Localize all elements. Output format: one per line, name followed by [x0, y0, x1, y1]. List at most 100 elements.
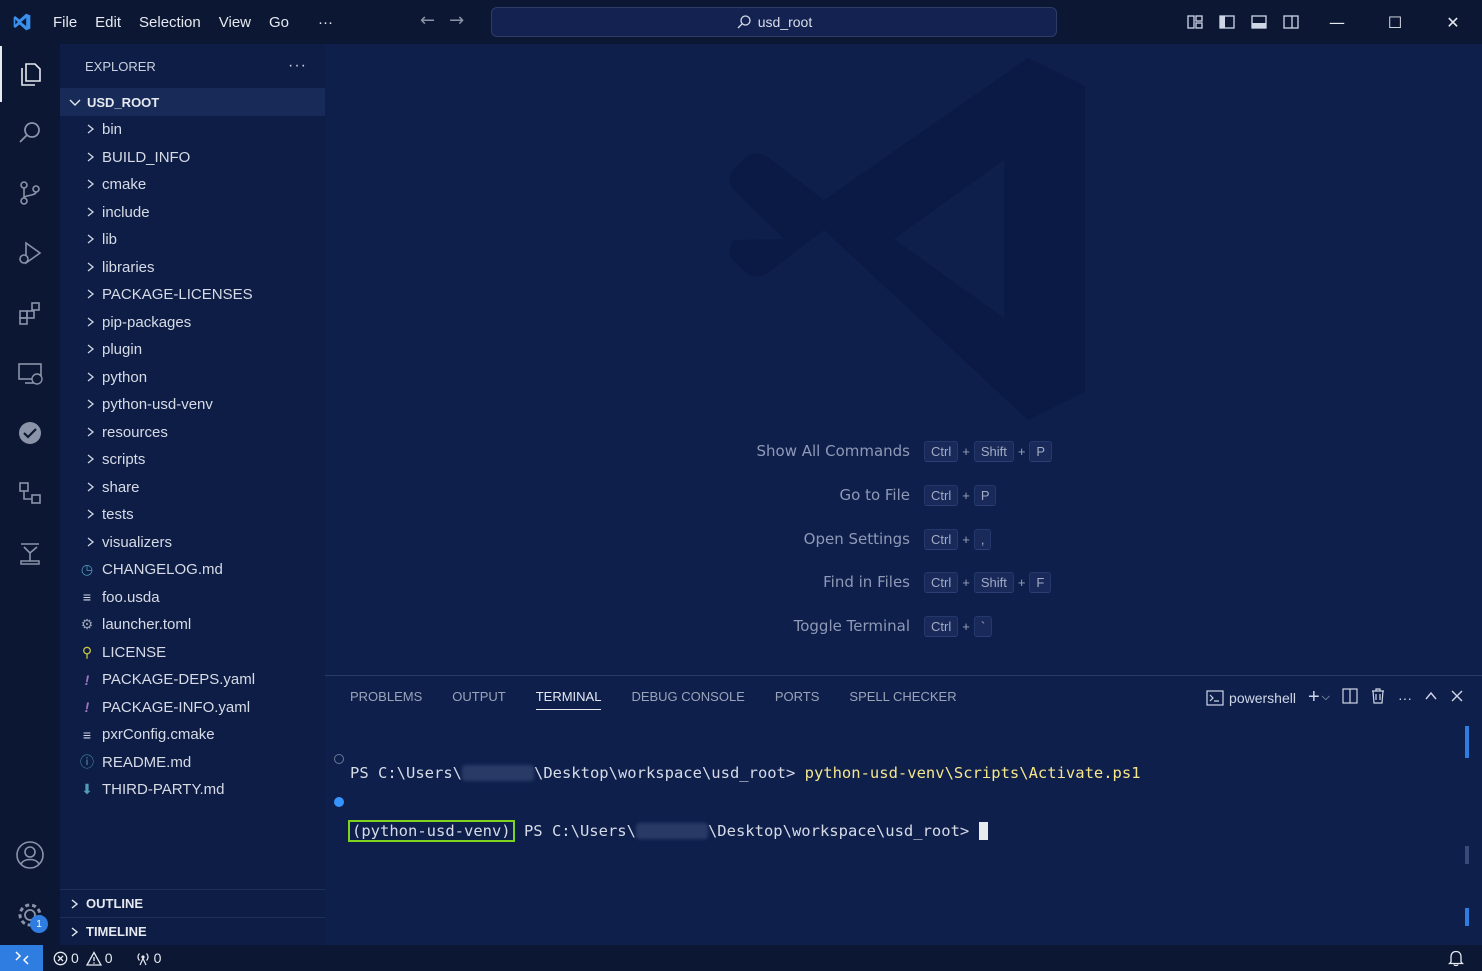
folder-libraries[interactable]: libraries [60, 254, 325, 282]
accounts-icon[interactable] [0, 827, 60, 883]
file-item[interactable]: ⬇ THIRD-PARTY.md [60, 776, 325, 804]
tab-ports[interactable]: PORTS [775, 676, 820, 716]
split-terminal-icon[interactable] [1342, 688, 1358, 707]
folder-label: python [102, 368, 148, 386]
tab-debug-console[interactable]: DEBUG CONSOLE [631, 676, 744, 716]
search-icon [737, 15, 751, 29]
explorer-more-button[interactable]: ··· [288, 57, 307, 75]
chevron-right-icon [87, 316, 95, 327]
folder-include[interactable]: include [60, 199, 325, 227]
tab-spell-checker[interactable]: SPELL CHECKER [849, 676, 956, 716]
file-item[interactable]: ≡ foo.usda [60, 584, 325, 612]
toggle-sidebar-icon[interactable] [1215, 10, 1239, 34]
folder-label: libraries [102, 258, 155, 276]
new-terminal-plus-icon[interactable]: + [1308, 686, 1320, 709]
command-center-search[interactable]: usd_root [491, 7, 1057, 37]
settings-badge: 1 [30, 915, 48, 933]
remote-indicator[interactable] [0, 945, 43, 971]
panel-more-button[interactable]: ··· [1398, 690, 1412, 706]
back-arrow-icon[interactable]: ← [420, 10, 435, 31]
folder-plugin[interactable]: plugin [60, 336, 325, 364]
minimize-button[interactable]: — [1308, 0, 1366, 44]
warning-count: 0 [104, 950, 113, 966]
folder-package-licenses[interactable]: PACKAGE-LICENSES [60, 281, 325, 309]
menu-file[interactable]: File [44, 14, 86, 31]
folder-visualizers[interactable]: visualizers [60, 529, 325, 557]
folder-share[interactable]: share [60, 474, 325, 502]
run-debug-icon[interactable] [0, 225, 60, 281]
license-icon: ⚲ [81, 643, 93, 660]
folder-scripts[interactable]: scripts [60, 446, 325, 474]
chevron-right-icon [87, 344, 95, 354]
shortcut-row: Go to File Ctrl + P [325, 484, 1482, 506]
download-icon: ⬇ [81, 781, 93, 798]
folder-label: resources [102, 423, 168, 441]
folder-python-usd-venv[interactable]: python-usd-venv [60, 391, 325, 419]
notifications-bell-icon[interactable] [1447, 949, 1465, 970]
file-item[interactable]: ! PACKAGE-INFO.yaml [60, 694, 325, 722]
exclamation-icon: ! [84, 671, 90, 688]
warning-icon [85, 950, 102, 966]
maximize-button[interactable]: ☐ [1366, 0, 1424, 44]
command-decoration-icon[interactable] [334, 754, 344, 764]
terminal-shell-selector[interactable]: powershell [1206, 690, 1296, 706]
explorer-icon[interactable] [0, 46, 60, 102]
menu-view[interactable]: View [210, 14, 260, 31]
outline-section[interactable]: OUTLINE [60, 889, 325, 917]
toggle-panel-icon[interactable] [1247, 10, 1271, 34]
robot-arm-icon[interactable] [0, 525, 60, 581]
folder-bin[interactable]: bin [60, 116, 325, 144]
timeline-section[interactable]: TIMELINE [60, 917, 325, 945]
tab-terminal[interactable]: TERMINAL [535, 676, 601, 716]
editor-empty-area: Show All Commands Ctrl + Shift + P Go to File C… [325, 44, 1482, 675]
close-window-button[interactable]: ✕ [1424, 0, 1482, 44]
folder-cmake[interactable]: cmake [60, 171, 325, 199]
close-panel-icon[interactable] [1450, 689, 1464, 706]
search-icon[interactable] [0, 105, 60, 161]
customize-layout-icon[interactable] [1183, 10, 1207, 34]
key-plus: + [962, 443, 970, 459]
folder-resources[interactable]: resources [60, 419, 325, 447]
folder-lib[interactable]: lib [60, 226, 325, 254]
broadcast-icon [136, 952, 149, 965]
menu-go[interactable]: Go [260, 14, 298, 31]
file-item[interactable]: ⚙ launcher.toml [60, 611, 325, 639]
tab-output[interactable]: OUTPUT [452, 676, 505, 716]
keycap: Shift [973, 440, 1014, 462]
ports-status[interactable]: 0 [135, 950, 161, 966]
file-item[interactable]: ≡ pxrConfig.cmake [60, 721, 325, 749]
menu-more[interactable]: ··· [298, 14, 342, 31]
menu-selection[interactable]: Selection [130, 14, 210, 31]
folder-python[interactable]: python [60, 364, 325, 392]
manage-gear-icon[interactable]: 1 [0, 887, 60, 943]
folder-label: python-usd-venv [102, 396, 213, 414]
maximize-panel-chevron-up-icon[interactable] [1424, 689, 1438, 706]
source-control-icon[interactable] [0, 165, 60, 221]
folder-pip-packages[interactable]: pip-packages [60, 309, 325, 337]
hierarchy-icon[interactable] [0, 465, 60, 521]
folder-build_info[interactable]: BUILD_INFO [60, 144, 325, 172]
file-item[interactable]: ⓘ README.md [60, 749, 325, 777]
error-count: 0 [71, 950, 79, 966]
toggle-secondary-sidebar-icon[interactable] [1279, 10, 1303, 34]
command-decoration-dot-icon[interactable] [334, 797, 344, 807]
folder-tests[interactable]: tests [60, 501, 325, 529]
problems-status[interactable]: 0 0 [53, 950, 113, 966]
terminal-output[interactable]: PS C:\Users\ \Desktop\workspace\usd_root>… [348, 726, 1141, 878]
key-plus: + [962, 618, 970, 634]
testing-check-icon[interactable] [0, 405, 60, 461]
workspace-root[interactable]: USD_ROOT [60, 88, 325, 116]
extensions-icon[interactable] [0, 285, 60, 341]
chevron-down-icon[interactable]: ⌵ [1322, 691, 1330, 704]
remote-explorer-icon[interactable] [0, 345, 60, 401]
file-item[interactable]: ! PACKAGE-DEPS.yaml [60, 666, 325, 694]
menu-edit[interactable]: Edit [86, 14, 130, 31]
keycap: Ctrl [924, 484, 959, 506]
file-item[interactable]: ◷ CHANGELOG.md [60, 556, 325, 584]
forward-arrow-icon[interactable]: → [449, 10, 464, 31]
tab-problems[interactable]: PROBLEMS [350, 676, 422, 716]
chevron-right-icon [87, 234, 95, 244]
trash-icon[interactable] [1370, 688, 1386, 707]
file-item[interactable]: ⚲ LICENSE [60, 639, 325, 667]
chevron-right-icon [87, 371, 95, 382]
